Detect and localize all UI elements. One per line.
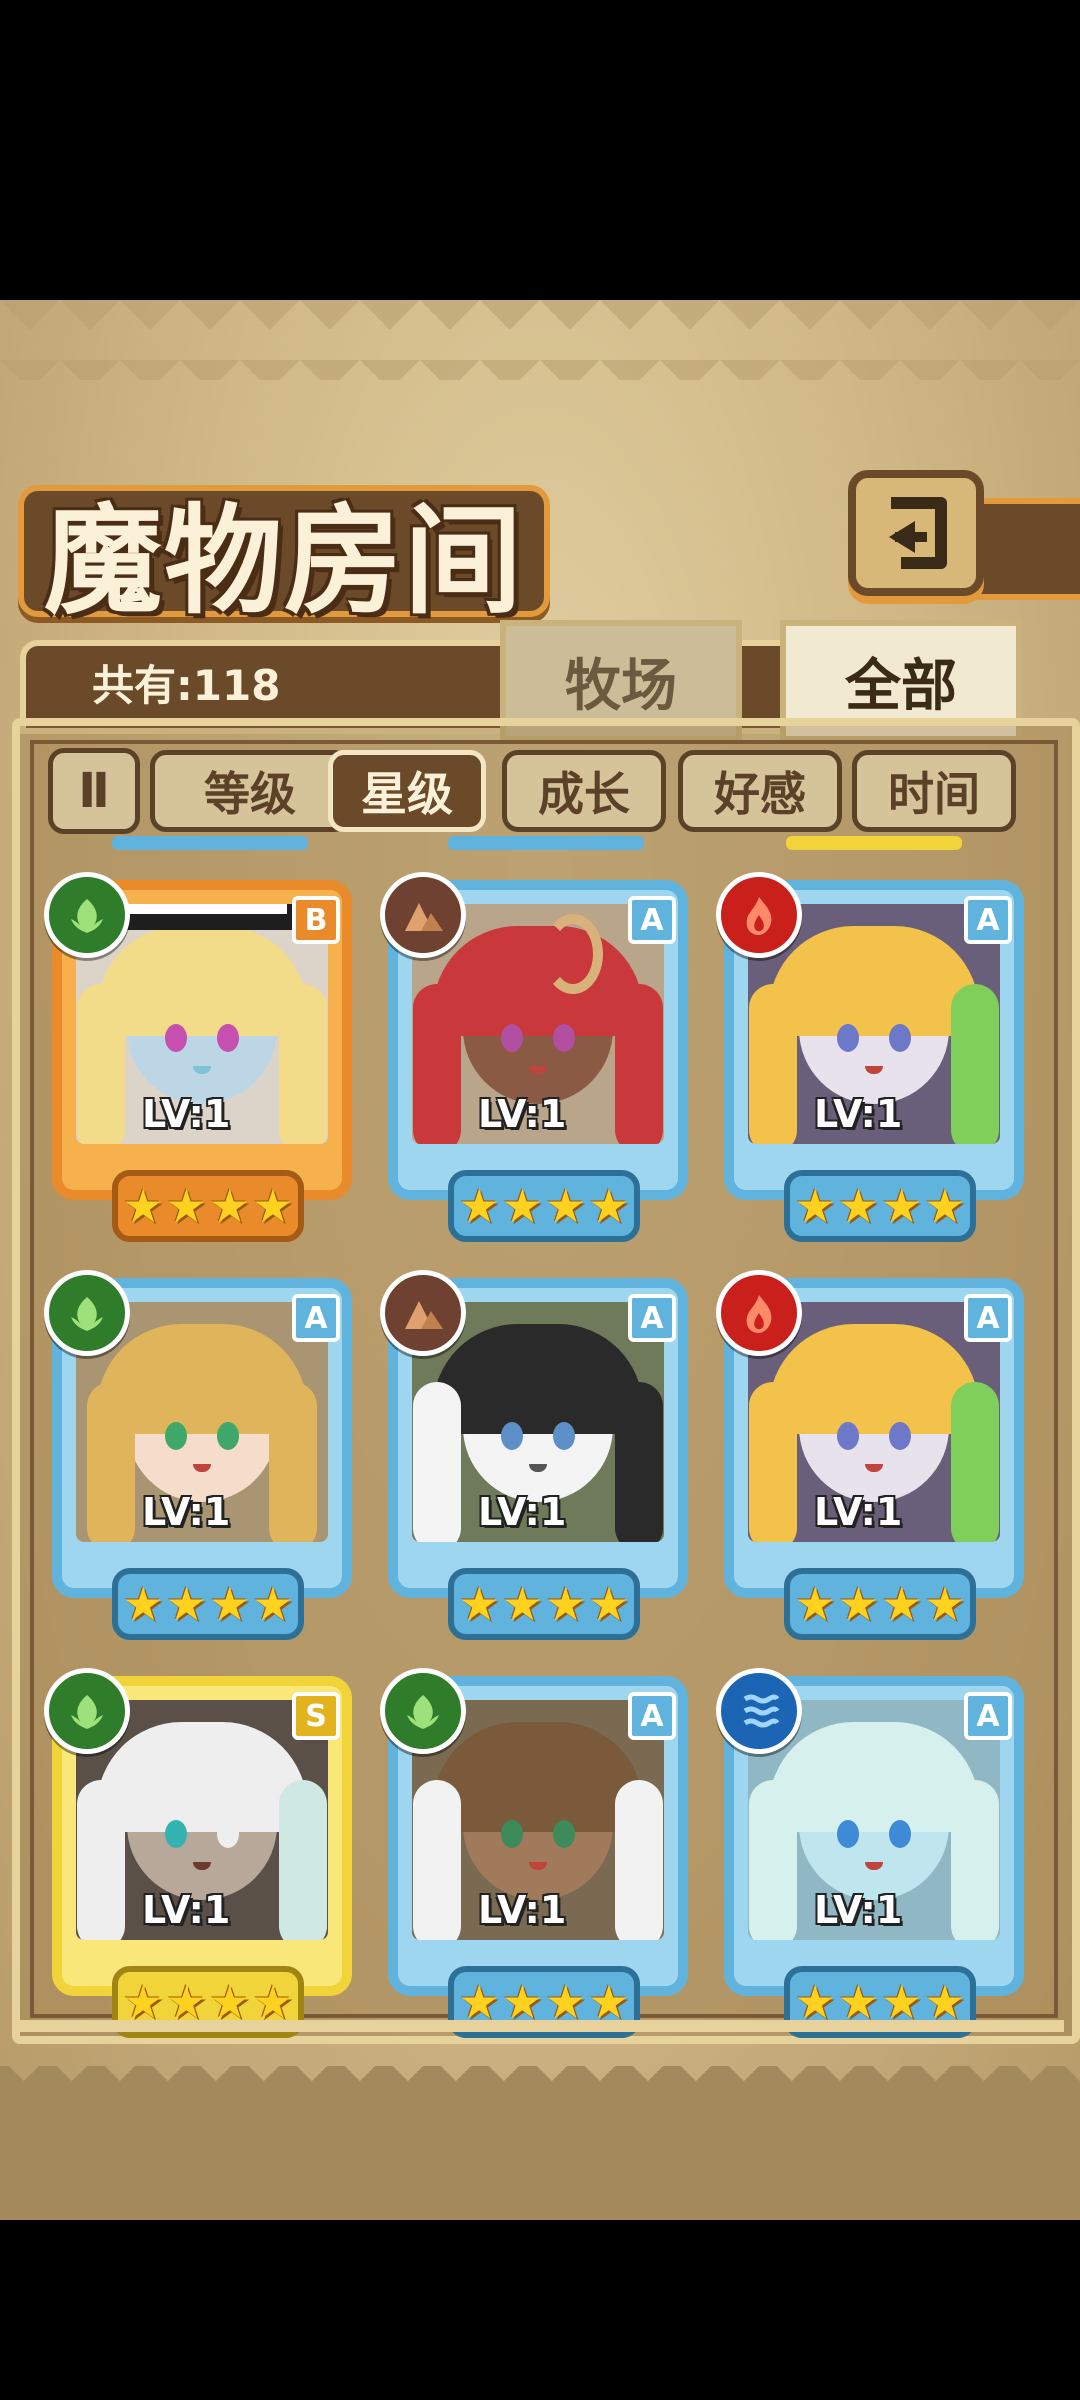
star-icon: ★: [794, 1577, 836, 1631]
star-icon: ★: [209, 1179, 251, 1233]
bottom-decoration: [0, 2066, 1080, 2220]
star-icon: ★: [165, 1975, 207, 2029]
back-arrow-icon: [889, 497, 947, 569]
rank-badge: S: [292, 1692, 340, 1740]
star-icon: ★: [501, 1577, 543, 1631]
nature-icon: [44, 1668, 130, 1754]
rank-badge: A: [964, 1692, 1012, 1740]
star-rating: ★ ★ ★ ★: [112, 1170, 304, 1242]
monster-card[interactable]: A LV:1 ★ ★ ★ ★: [716, 1270, 1044, 1640]
sort-order-toggle[interactable]: Ⅱ: [48, 748, 140, 834]
star-icon: ★: [122, 1179, 164, 1233]
rank-badge: A: [628, 1692, 676, 1740]
star-icon: ★: [881, 1975, 923, 2029]
filter-stars[interactable]: 星级: [328, 750, 486, 832]
star-icon: ★: [837, 1975, 879, 2029]
level-label: LV:1: [478, 1092, 567, 1136]
board-bottom-edge: [12, 2020, 1064, 2032]
monster-count: 共有:118: [92, 661, 281, 710]
star-icon: ★: [837, 1577, 879, 1631]
star-icon: ★: [924, 1975, 966, 2029]
star-icon: ★: [588, 1577, 630, 1631]
level-label: LV:1: [142, 1888, 231, 1932]
star-icon: ★: [209, 1975, 251, 2029]
star-icon: ★: [881, 1577, 923, 1631]
monster-card[interactable]: A LV:1 ★ ★ ★ ★: [380, 872, 708, 1242]
monster-card[interactable]: A LV:1 ★ ★ ★ ★: [716, 872, 1044, 1242]
star-rating: ★ ★ ★ ★: [448, 1170, 640, 1242]
star-icon: ★: [881, 1179, 923, 1233]
nature-icon: [44, 872, 130, 958]
monster-card[interactable]: A LV:1 ★ ★ ★ ★: [380, 1270, 708, 1640]
star-icon: ★: [209, 1577, 251, 1631]
star-icon: ★: [501, 1179, 543, 1233]
previous-row-edge: [112, 836, 308, 850]
star-rating: ★ ★ ★ ★: [448, 1568, 640, 1640]
monster-card[interactable]: B LV:1 ★ ★ ★ ★: [44, 872, 372, 1242]
nature-icon: [44, 1270, 130, 1356]
star-rating: ★ ★ ★ ★: [784, 1568, 976, 1640]
star-icon: ★: [924, 1577, 966, 1631]
star-icon: ★: [837, 1179, 879, 1233]
star-icon: ★: [501, 1975, 543, 2029]
star-icon: ★: [458, 1975, 500, 2029]
monster-card[interactable]: S LV:1 ★ ★ ★ ★: [44, 1668, 372, 2038]
filter-level[interactable]: 等级: [150, 750, 350, 832]
level-label: LV:1: [142, 1490, 231, 1534]
rank-badge: A: [964, 1294, 1012, 1342]
water-icon: [716, 1668, 802, 1754]
earth-icon: [380, 1270, 466, 1356]
page-title: 魔物房间: [44, 491, 525, 630]
back-button[interactable]: [848, 470, 984, 596]
level-label: LV:1: [814, 1888, 903, 1932]
monster-card[interactable]: A LV:1 ★ ★ ★ ★: [380, 1668, 708, 2038]
star-icon: ★: [165, 1179, 207, 1233]
fire-icon: [716, 1270, 802, 1356]
rank-badge: A: [964, 896, 1012, 944]
rank-badge: A: [628, 1294, 676, 1342]
star-icon: ★: [122, 1577, 164, 1631]
level-label: LV:1: [142, 1092, 231, 1136]
rank-badge: A: [628, 896, 676, 944]
previous-row-edge: [786, 836, 962, 850]
star-icon: ★: [588, 1975, 630, 2029]
filter-affection[interactable]: 好感: [678, 750, 842, 832]
level-label: LV:1: [814, 1490, 903, 1534]
rank-badge: A: [292, 1294, 340, 1342]
star-icon: ★: [165, 1577, 207, 1631]
level-label: LV:1: [478, 1490, 567, 1534]
star-rating: ★ ★ ★ ★: [112, 1568, 304, 1640]
rank-badge: B: [292, 896, 340, 944]
fire-icon: [716, 872, 802, 958]
star-icon: ★: [794, 1975, 836, 2029]
monster-card[interactable]: A LV:1 ★ ★ ★ ★: [716, 1668, 1044, 2038]
star-icon: ★: [252, 1577, 294, 1631]
star-icon: ★: [458, 1179, 500, 1233]
star-icon: ★: [252, 1975, 294, 2029]
star-icon: ★: [545, 1179, 587, 1233]
previous-row-edge: [448, 836, 644, 850]
level-label: LV:1: [814, 1092, 903, 1136]
star-icon: ★: [794, 1179, 836, 1233]
star-icon: ★: [545, 1577, 587, 1631]
monster-card[interactable]: A LV:1 ★ ★ ★ ★: [44, 1270, 372, 1640]
star-rating: ★ ★ ★ ★: [784, 1170, 976, 1242]
filter-growth[interactable]: 成长: [502, 750, 666, 832]
earth-icon: [380, 872, 466, 958]
star-icon: ★: [458, 1577, 500, 1631]
background-pattern: [0, 300, 1080, 380]
star-icon: ★: [252, 1179, 294, 1233]
star-icon: ★: [588, 1179, 630, 1233]
star-icon: ★: [924, 1179, 966, 1233]
filter-time[interactable]: 时间: [852, 750, 1016, 832]
star-icon: ★: [122, 1975, 164, 2029]
star-icon: ★: [545, 1975, 587, 2029]
nature-icon: [380, 1668, 466, 1754]
level-label: LV:1: [478, 1888, 567, 1932]
game-screen: 魔物房间 共有:118 牧场 全部 Ⅱ 等级 星级 成长 好感 时间 B LV:…: [0, 300, 1080, 2220]
